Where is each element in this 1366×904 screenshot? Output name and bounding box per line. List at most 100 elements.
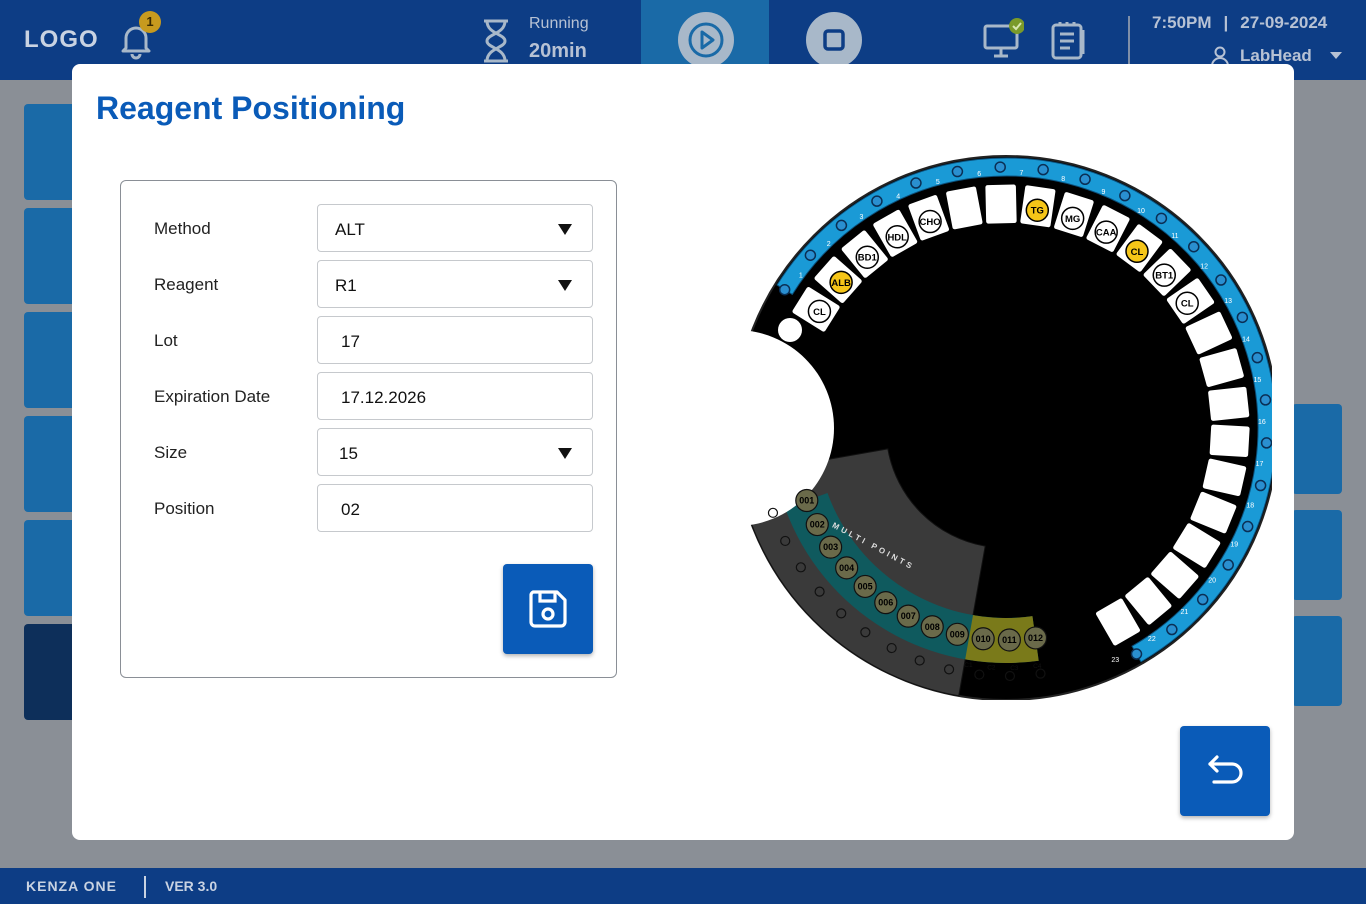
reagent-value: R1 xyxy=(335,276,357,295)
sample-label: 010 xyxy=(976,634,991,644)
ring-position-number: 12 xyxy=(1200,263,1208,270)
lot-value: 17 xyxy=(341,332,360,351)
method-label: Method xyxy=(154,219,211,238)
chevron-down-icon xyxy=(558,280,572,291)
ring-position-number: 1 xyxy=(799,272,803,279)
clock-time: 7:50PM xyxy=(1152,13,1212,32)
ring-position-number: 23 xyxy=(1111,657,1119,664)
user-icon xyxy=(1211,46,1229,66)
sample-label: 002 xyxy=(810,520,825,530)
ring-position-number: 7 xyxy=(1019,170,1023,177)
ring-position-number: 20 xyxy=(1208,577,1216,584)
ring-position-number: 22 xyxy=(1148,636,1156,643)
notification-badge: 1 xyxy=(139,11,161,33)
reagent-label: ALB xyxy=(831,278,851,289)
lot-input[interactable]: 17 xyxy=(317,316,593,364)
size-value: 15 xyxy=(339,444,358,463)
reagent-slot-7[interactable] xyxy=(983,183,1019,226)
ring-hole-icon xyxy=(994,161,1006,173)
calibrator-label: C3 xyxy=(1010,665,1019,672)
sample-label: 005 xyxy=(858,581,873,591)
reagent-carousel[interactable]: 1 CL 2 ALB 3 BD1 4 HDL 5 CHO 6 7 8 TG 9 MG 10 CAA 11 CL 12 BT… xyxy=(748,154,1272,700)
sample-label: 004 xyxy=(839,563,854,573)
chevron-down-icon xyxy=(558,448,572,459)
ring-position-number: 9 xyxy=(1101,189,1105,196)
method-select[interactable]: ALT xyxy=(317,204,593,252)
position-input[interactable]: 02 xyxy=(317,484,593,532)
monitor-status-icon[interactable] xyxy=(982,18,1024,60)
ring-position-number: 16 xyxy=(1258,419,1266,426)
version-label: VER 3.0 xyxy=(165,878,218,894)
position-value: 02 xyxy=(341,500,360,519)
chevron-down-icon xyxy=(558,224,572,235)
size-select[interactable]: 15 xyxy=(317,428,593,476)
ring-position-number: 13 xyxy=(1224,298,1232,305)
ring-hole-icon xyxy=(1155,212,1168,225)
reagent-slot-body xyxy=(944,185,984,231)
reagent-label: BD1 xyxy=(858,253,878,264)
reagent-label: BT1 xyxy=(1155,271,1174,282)
ring-hole-icon xyxy=(1241,520,1254,533)
expiration-date-input[interactable]: 17.12.2026 xyxy=(317,372,593,420)
ring-hole-icon xyxy=(951,165,964,178)
reagent-slot-body xyxy=(983,183,1019,226)
reagent-slot-body xyxy=(1206,385,1251,423)
ring-position-number: 15 xyxy=(1253,377,1261,384)
ring-position-number: 8 xyxy=(1061,176,1065,183)
calibrator-label: C4 xyxy=(1033,663,1042,670)
reagent-slot-6[interactable] xyxy=(944,185,984,231)
ring-hole-icon xyxy=(1215,274,1227,286)
expiration-date-value: 17.12.2026 xyxy=(341,388,427,407)
ring-hole-icon xyxy=(778,283,791,296)
save-icon xyxy=(529,590,567,628)
ring-hole-icon xyxy=(1079,173,1091,186)
ring-hole-icon xyxy=(1259,394,1272,406)
ring-hole-icon xyxy=(1037,163,1049,176)
ring-hole-icon xyxy=(910,177,922,189)
return-arrow-icon xyxy=(1208,755,1243,784)
user-menu-chevron-down-icon[interactable] xyxy=(1330,52,1342,59)
ring-position-number: 14 xyxy=(1242,336,1250,343)
calibrator-label: C2 xyxy=(987,665,996,672)
stop-button[interactable] xyxy=(806,12,862,68)
ring-position-number: 21 xyxy=(1181,609,1189,616)
reagent-label: CAA xyxy=(1096,228,1117,239)
right-tile-barcode[interactable] xyxy=(1292,510,1342,600)
play-button[interactable] xyxy=(678,12,734,68)
back-button[interactable] xyxy=(1180,726,1270,816)
expiration-date-label: Expiration Date xyxy=(154,387,271,406)
ring-position-number: 18 xyxy=(1246,502,1254,509)
clipboard-icon[interactable] xyxy=(1050,20,1088,60)
sample-label: 008 xyxy=(925,622,940,632)
ring-hole-icon xyxy=(835,219,848,232)
reagent-form: Method ALT Reagent R1 Lot 17 Expiration … xyxy=(120,180,617,678)
right-tile-rack[interactable] xyxy=(1292,404,1342,494)
brand-name: KENZA ONE xyxy=(26,878,117,894)
reagent-select[interactable]: R1 xyxy=(317,260,593,308)
ring-position-number: 10 xyxy=(1137,208,1145,215)
ring-position-number: 2 xyxy=(827,241,831,248)
save-button[interactable] xyxy=(503,564,593,654)
calibrator-label: C1 xyxy=(964,662,973,669)
reagent-label: Reagent xyxy=(154,275,219,294)
home-marker xyxy=(778,318,802,342)
ring-hole-icon xyxy=(1236,311,1249,324)
datetime-separator: | xyxy=(1223,13,1229,32)
sample-label: 006 xyxy=(878,598,893,608)
reagent-label: TG xyxy=(1031,206,1044,217)
sample-label: 009 xyxy=(950,629,965,639)
bottom-bar-divider xyxy=(144,876,146,898)
play-icon xyxy=(688,22,724,58)
right-tile-tube[interactable] xyxy=(1292,616,1342,706)
ring-position-number: 11 xyxy=(1171,233,1178,240)
reagent-slot-17[interactable] xyxy=(1208,423,1252,459)
ring-position-number: 4 xyxy=(896,193,900,200)
user-name[interactable]: LabHead xyxy=(1240,46,1312,66)
sample-label: 003 xyxy=(823,542,838,552)
reagent-slot-16[interactable] xyxy=(1206,385,1251,423)
ring-position-number: 17 xyxy=(1256,461,1264,468)
reagent-label: HDL xyxy=(887,232,907,243)
size-label: Size xyxy=(154,443,188,462)
clock-date: 27-09-2024 xyxy=(1240,13,1328,32)
datetime: 7:50PM | 27-09-2024 xyxy=(1152,13,1327,33)
